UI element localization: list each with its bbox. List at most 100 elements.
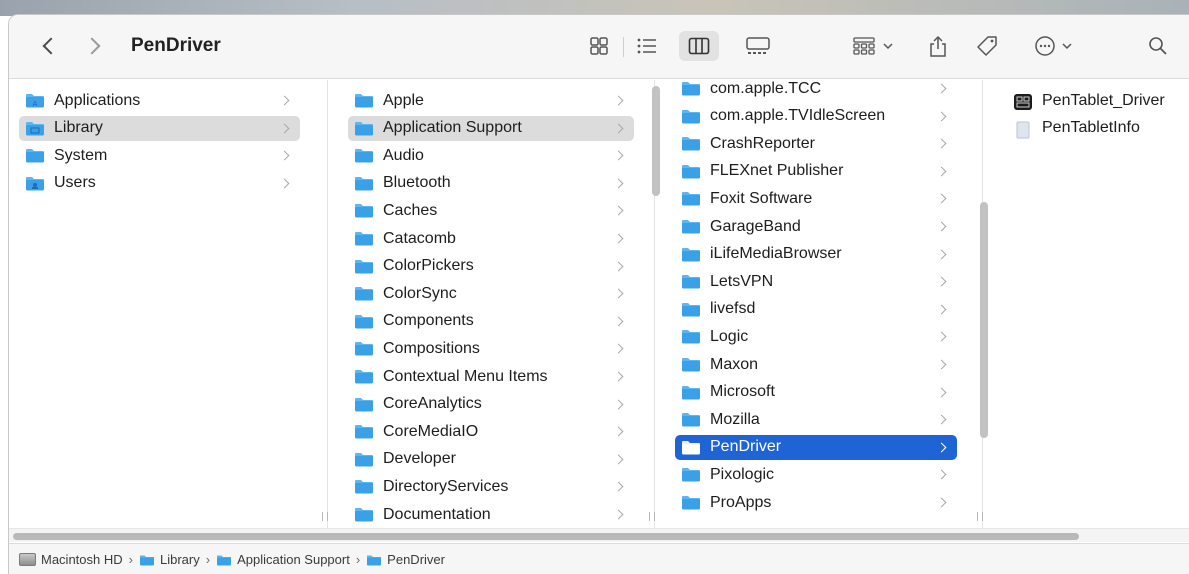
horizontal-scrollbar-thumb[interactable] <box>13 533 1079 540</box>
folder-item-colorsync[interactable]: ColorSync <box>348 281 634 306</box>
folder-item-letsvpn[interactable]: LetsVPN <box>675 269 957 294</box>
chevron-right-icon <box>613 233 624 244</box>
path-item-pendriver[interactable]: PenDriver <box>366 552 445 567</box>
column-4[interactable]: PenTablet_Driver PenTabletInfo <box>983 80 1189 528</box>
folder-item-crashreporter[interactable]: CrashReporter <box>675 131 957 156</box>
path-item-macintosh-hd[interactable]: Macintosh HD <box>19 552 123 567</box>
chevron-right-icon <box>936 387 947 398</box>
folder-icon <box>681 81 701 96</box>
chevron-right-icon <box>936 331 947 342</box>
folder-item-proapps[interactable]: ProApps <box>675 490 957 515</box>
folder-icon <box>681 136 701 151</box>
folder-item-audio[interactable]: Audio <box>348 143 634 168</box>
chevron-right-icon <box>613 481 624 492</box>
folder-item-com-apple-tcc[interactable]: com.apple.TCC <box>675 76 957 101</box>
item-label: System <box>54 146 108 164</box>
folder-item-microsoft[interactable]: Microsoft <box>675 380 957 405</box>
folder-item-caches[interactable]: Caches <box>348 198 634 223</box>
item-label: Logic <box>710 327 749 345</box>
folder-item-ilifemediabrowser[interactable]: iLifeMediaBrowser <box>675 242 957 267</box>
column-3[interactable]: com.apple.TCC com.apple.TVIdleScreen Crash… <box>655 80 983 528</box>
folder-icon <box>681 219 701 234</box>
document-icon <box>1013 121 1033 139</box>
folder-item-coreanalytics[interactable]: CoreAnalytics <box>348 392 634 417</box>
tag-button[interactable] <box>973 31 1001 61</box>
path-item-library[interactable]: Library <box>139 552 200 567</box>
share-button[interactable] <box>925 31 951 61</box>
folder-item-coremediaio[interactable]: CoreMediaIO <box>348 419 634 444</box>
item-label: com.apple.TCC <box>710 79 822 97</box>
chevron-right-icon <box>613 426 624 437</box>
folder-item-compositions[interactable]: Compositions <box>348 336 634 361</box>
column-2[interactable]: Apple Application Support Audio Bluetooth Ca… <box>328 80 655 528</box>
folder-item-garageband[interactable]: GarageBand <box>675 214 957 239</box>
group-by-button[interactable] <box>847 31 899 61</box>
folder-item-pendriver[interactable]: PenDriver <box>675 434 957 460</box>
icon-view-button[interactable] <box>586 31 612 61</box>
folder-item-flexnet-publisher[interactable]: FLEXnet Publisher <box>675 159 957 184</box>
folder-item-livefsd[interactable]: livefsd <box>675 297 957 322</box>
path-separator: › <box>355 552 361 567</box>
forward-button[interactable] <box>82 33 108 59</box>
folder-item-logic[interactable]: Logic <box>675 324 957 349</box>
folder-item-application-support[interactable]: Application Support <box>348 115 634 141</box>
folder-item-catacomb[interactable]: Catacomb <box>348 226 634 251</box>
folder-icon <box>366 554 382 566</box>
chevron-right-icon <box>613 123 624 134</box>
gallery-view-button[interactable] <box>741 31 775 61</box>
horizontal-scrollbar[interactable] <box>9 528 1189 542</box>
search-button[interactable] <box>1145 31 1171 61</box>
chevron-right-icon <box>279 178 290 189</box>
folder-icon <box>354 286 374 301</box>
chevron-right-icon <box>936 469 947 480</box>
list-view-button[interactable] <box>634 31 660 61</box>
folder-item-system[interactable]: System <box>19 143 300 168</box>
folder-item-colorpickers[interactable]: ColorPickers <box>348 254 634 279</box>
item-label: Apple <box>383 91 424 109</box>
icon-view-icon <box>590 37 608 55</box>
file-item-pentablet-driver[interactable]: PenTablet_Driver <box>1007 88 1179 113</box>
column-resize-handle[interactable] <box>322 512 328 521</box>
folder-item-documentation[interactable]: Documentation <box>348 502 634 527</box>
folder-item-applications[interactable]: A Applications <box>19 88 300 113</box>
folder-item-users[interactable]: Users <box>19 171 300 196</box>
folder-item-apple[interactable]: Apple <box>348 88 634 113</box>
list-view-icon <box>637 38 656 54</box>
folder-item-directoryservices[interactable]: DirectoryServices <box>348 474 634 499</box>
column-1[interactable]: A Applications Library System Users <box>9 80 328 528</box>
file-item-pentabletinfo[interactable]: PenTabletInfo <box>1007 116 1179 141</box>
column-resize-handle[interactable] <box>649 512 655 521</box>
folder-item-library[interactable]: Library <box>19 115 300 141</box>
item-label: Application Support <box>383 119 522 137</box>
item-label: Catacomb <box>383 229 456 247</box>
folder-item-contextual-menu-items[interactable]: Contextual Menu Items <box>348 364 634 389</box>
column-view-button[interactable] <box>679 31 719 61</box>
chevron-right-icon <box>936 497 947 508</box>
path-separator: › <box>205 552 211 567</box>
back-button[interactable] <box>35 33 61 59</box>
column-3-scrollbar[interactable] <box>980 202 988 438</box>
column-2-scrollbar[interactable] <box>652 86 660 196</box>
folder-item-mozilla[interactable]: Mozilla <box>675 407 957 432</box>
folder-item-pixologic[interactable]: Pixologic <box>675 462 957 487</box>
more-actions-button[interactable] <box>1029 31 1077 61</box>
path-item-application-support[interactable]: Application Support <box>216 552 350 567</box>
folder-icon <box>681 247 701 262</box>
folder-item-foxit-software[interactable]: Foxit Software <box>675 186 957 211</box>
path-item-label: PenDriver <box>387 552 445 567</box>
item-label: Components <box>383 312 474 330</box>
folder-item-components[interactable]: Components <box>348 309 634 334</box>
executable-icon <box>1013 93 1033 110</box>
tag-icon <box>977 36 997 56</box>
folder-item-maxon[interactable]: Maxon <box>675 352 957 377</box>
folder-icon <box>681 412 701 427</box>
folder-item-com-apple-tvidlescreen[interactable]: com.apple.TVIdleScreen <box>675 104 957 129</box>
folder-icon <box>354 259 374 274</box>
chevron-right-icon <box>83 37 101 55</box>
path-separator: › <box>128 552 133 567</box>
column-resize-handle[interactable] <box>977 512 983 521</box>
item-label: Maxon <box>710 355 759 373</box>
item-label: FLEXnet Publisher <box>710 162 844 180</box>
folder-item-bluetooth[interactable]: Bluetooth <box>348 171 634 196</box>
folder-item-developer[interactable]: Developer <box>348 447 634 472</box>
